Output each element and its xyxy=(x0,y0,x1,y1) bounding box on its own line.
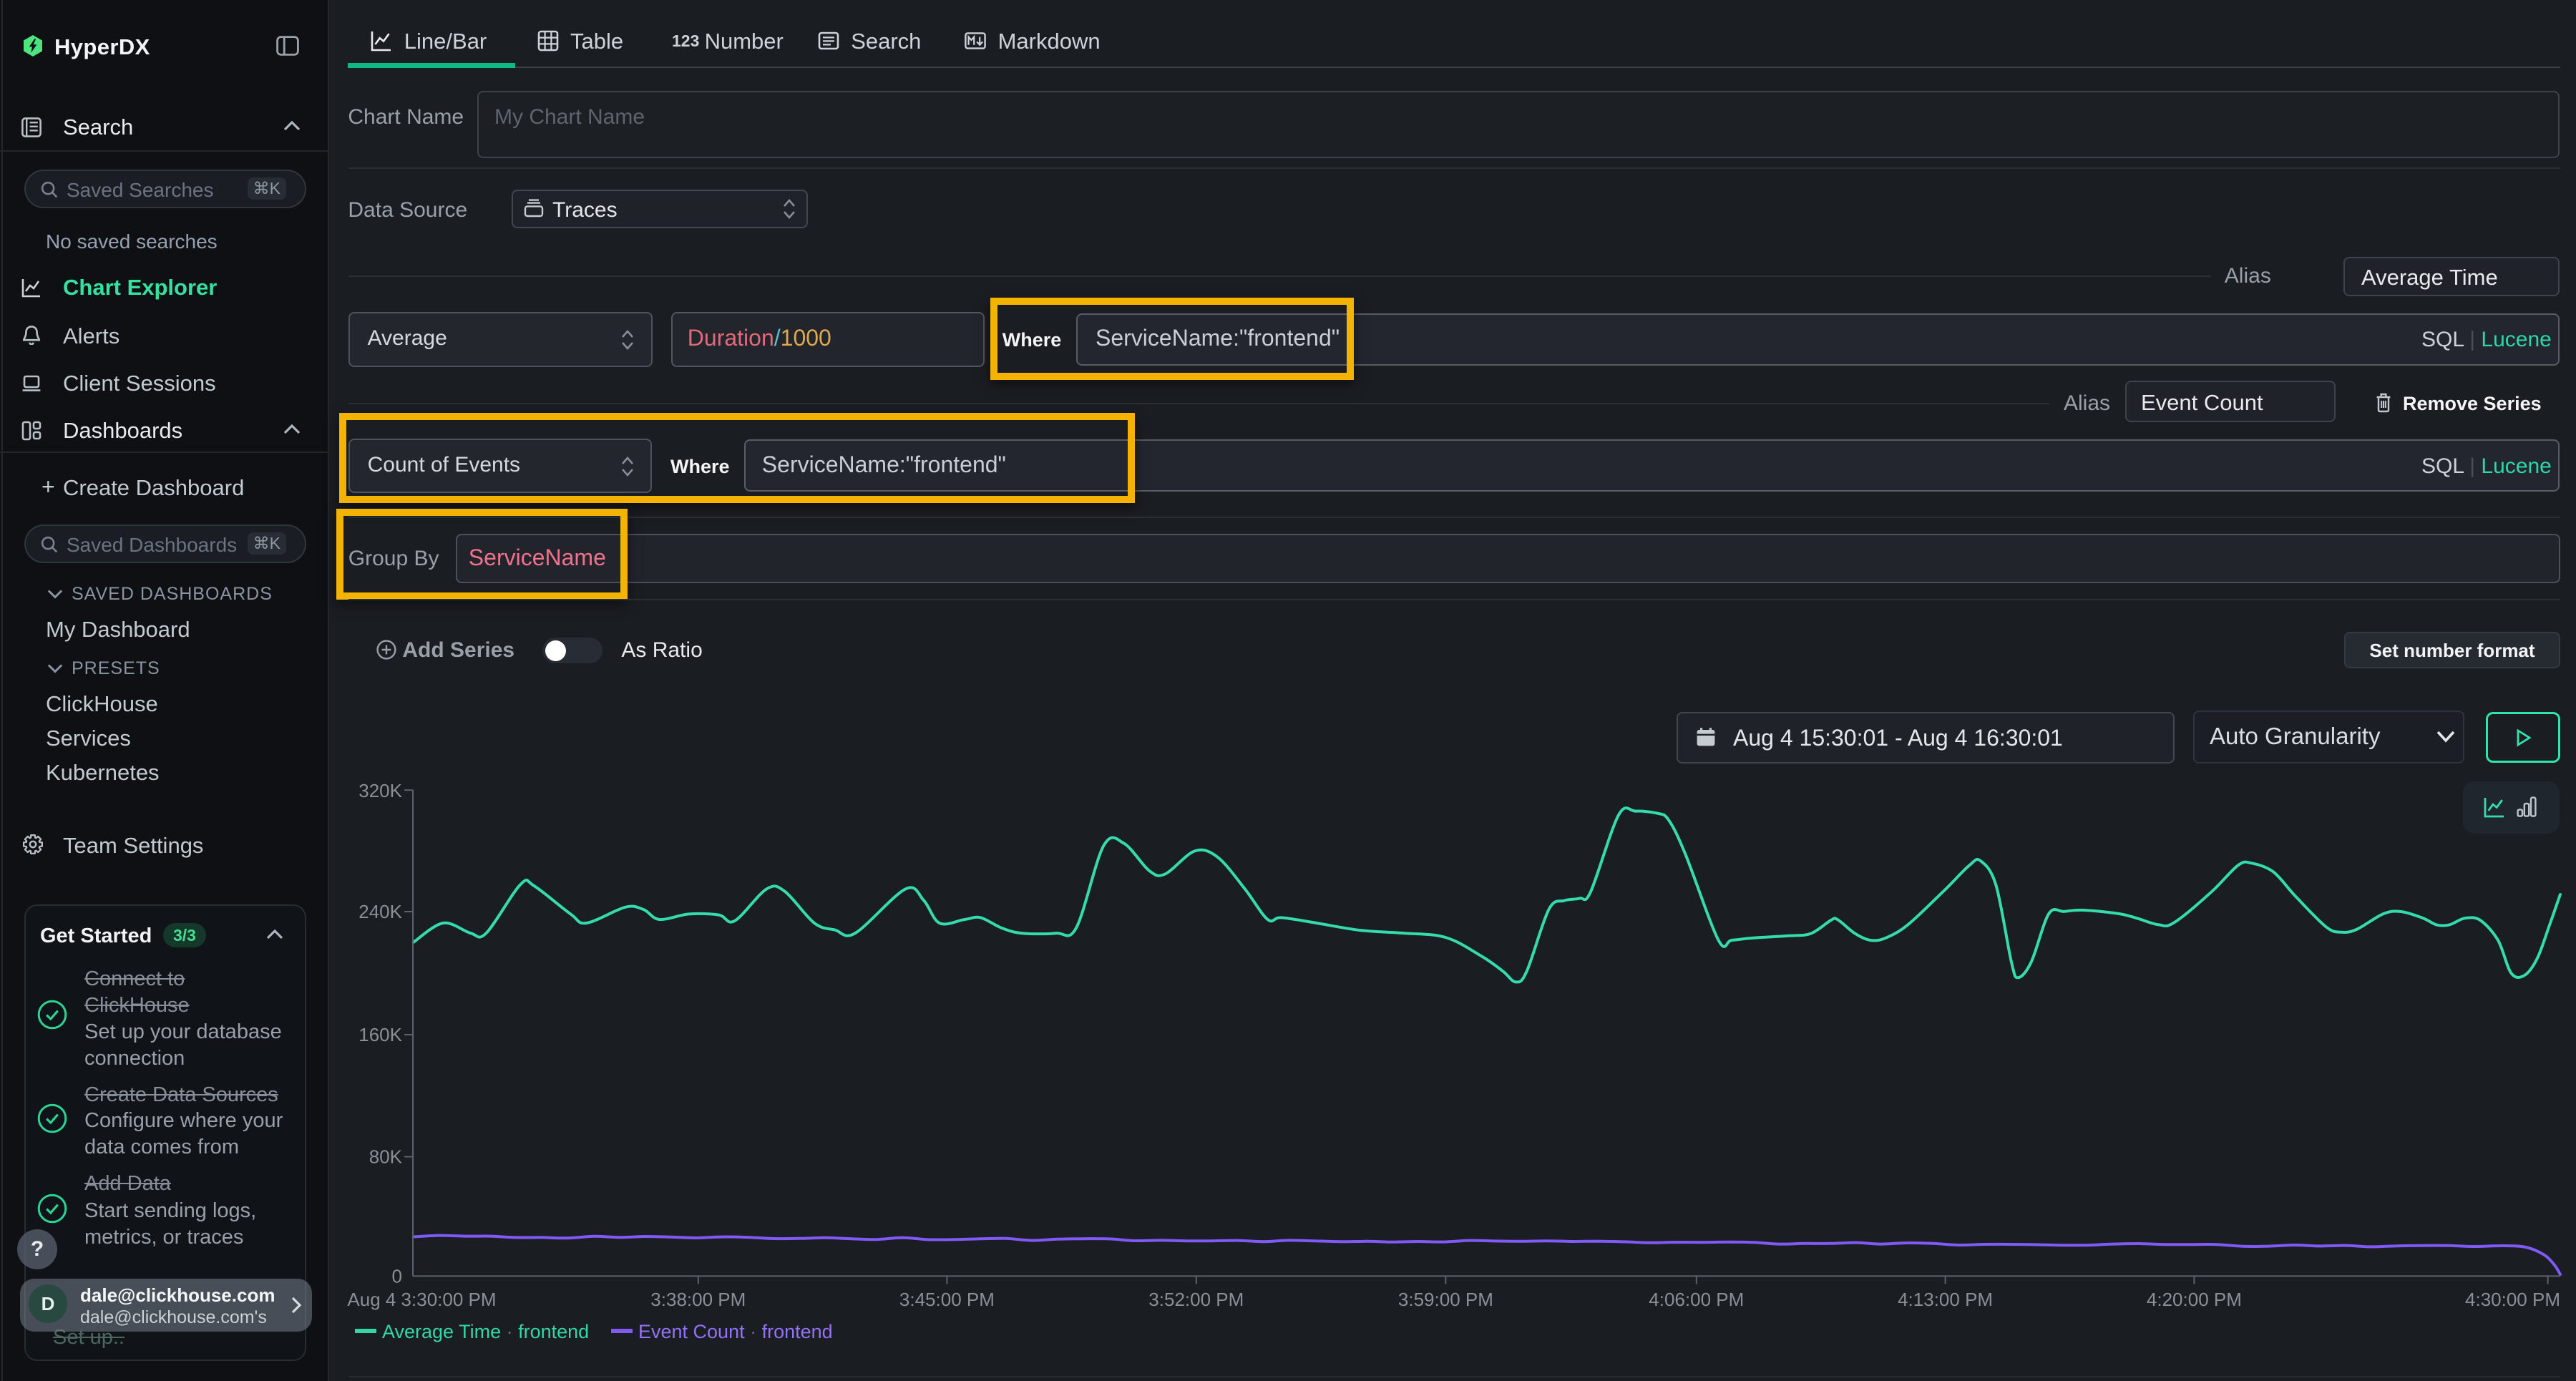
svg-text:240K: 240K xyxy=(358,901,402,922)
svg-text:4:30:00 PM: 4:30:00 PM xyxy=(2465,1289,2560,1310)
svg-text:4:06:00 PM: 4:06:00 PM xyxy=(1649,1289,1744,1310)
svg-text:80K: 80K xyxy=(369,1146,403,1168)
svg-text:3:38:00 PM: 3:38:00 PM xyxy=(650,1289,746,1310)
svg-text:3:59:00 PM: 3:59:00 PM xyxy=(1398,1289,1493,1310)
svg-text:4:20:00 PM: 4:20:00 PM xyxy=(2147,1289,2242,1310)
svg-text:160K: 160K xyxy=(358,1024,402,1045)
svg-text:3:52:00 PM: 3:52:00 PM xyxy=(1148,1289,1244,1310)
svg-text:320K: 320K xyxy=(358,780,402,801)
svg-text:Aug 4 3:30:00 PM: Aug 4 3:30:00 PM xyxy=(347,1289,496,1310)
svg-text:4:13:00 PM: 4:13:00 PM xyxy=(1898,1289,1993,1310)
svg-text:3:45:00 PM: 3:45:00 PM xyxy=(899,1289,995,1310)
svg-text:0: 0 xyxy=(392,1265,402,1287)
